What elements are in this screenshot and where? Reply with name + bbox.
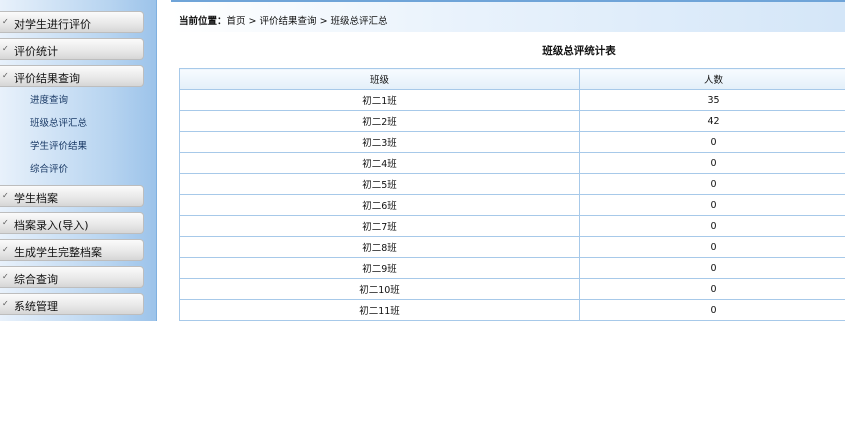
table-row: 初二6班 0 [179,194,845,216]
menu-evaluation-statistics[interactable]: ✓ 评价统计 [0,38,144,60]
count-cell: 0 [579,152,845,174]
class-cell: 初二1班 [179,89,580,111]
menu-label: 综合查询 [14,273,58,286]
breadcrumb-home-link[interactable]: 首页 [227,16,246,27]
menu-comprehensive-query[interactable]: ✓ 综合查询 [0,266,144,288]
menu-label: 评价统计 [14,45,58,58]
count-cell: 0 [579,257,845,279]
table-header-row: 班级 人数 [179,68,845,90]
chevron-down-icon: ✓ [2,191,9,200]
page-title: 班级总评统计表 [542,45,616,57]
class-cell: 初二10班 [179,278,580,300]
submenu-comprehensive-evaluation[interactable]: 综合评价 [30,161,68,179]
table-row: 初二11班 0 [179,299,845,321]
menu-label: 系统管理 [14,300,58,313]
breadcrumb-prefix: 当前位置： [179,16,227,27]
class-cell: 初二9班 [179,257,580,279]
table-row: 初二2班 42 [179,110,845,132]
count-cell: 0 [579,215,845,237]
table-row: 初二8班 0 [179,236,845,258]
count-cell: 0 [579,173,845,195]
submenu-student-results[interactable]: 学生评价结果 [30,138,87,156]
submenu-progress-query[interactable]: 进度查询 [30,92,68,110]
table-row: 初二3班 0 [179,131,845,153]
class-cell: 初二6班 [179,194,580,216]
menu-label: 评价结果查询 [14,72,80,85]
table-row: 初二7班 0 [179,215,845,237]
menu-evaluate-students[interactable]: ✓ 对学生进行评价 [0,11,144,33]
breadcrumb: 当前位置：首页 > 评价结果查询 > 班级总评汇总 [179,13,388,27]
table-row: 初二4班 0 [179,152,845,174]
breadcrumb-result-query-link[interactable]: 评价结果查询 [260,16,317,27]
class-cell: 初二8班 [179,236,580,258]
chevron-down-icon: ✓ [2,44,9,53]
class-cell: 初二2班 [179,110,580,132]
class-cell: 初二11班 [179,299,580,321]
class-cell: 初二7班 [179,215,580,237]
count-cell: 0 [579,131,845,153]
count-cell: 35 [579,89,845,111]
chevron-down-icon: ✓ [2,245,9,254]
count-cell: 42 [579,110,845,132]
chevron-down-icon: ✓ [2,218,9,227]
menu-label: 档案录入(导入) [14,219,89,232]
sidebar: ✓ 对学生进行评价 ✓ 评价统计 ✓ 评价结果查询 进度查询 班级总评汇总 学生… [0,0,157,321]
menu-label: 对学生进行评价 [14,18,91,31]
count-cell: 0 [579,194,845,216]
breadcrumb-separator: > [316,16,331,27]
chevron-down-icon: ✓ [2,71,9,80]
submenu-class-summary[interactable]: 班级总评汇总 [30,115,87,133]
class-summary-table-wrap: 班级 人数 初二1班 35 初二2班 42 初二3班 0 初二4班 0 初二5班 0 初二… [179,68,845,321]
menu-student-files[interactable]: ✓ 学生档案 [0,185,144,207]
chevron-down-icon: ✓ [2,299,9,308]
class-summary-table: 班级 人数 初二1班 35 初二2班 42 初二3班 0 初二4班 0 初二5班 0 初二… [179,68,845,321]
menu-system-management[interactable]: ✓ 系统管理 [0,293,144,315]
header-count: 人数 [579,68,845,90]
chevron-down-icon: ✓ [2,17,9,26]
class-cell: 初二5班 [179,173,580,195]
menu-label: 生成学生完整档案 [14,246,102,259]
table-row: 初二10班 0 [179,278,845,300]
class-cell: 初二3班 [179,131,580,153]
table-row: 初二1班 35 [179,89,845,111]
count-cell: 0 [579,236,845,258]
menu-file-import[interactable]: ✓ 档案录入(导入) [0,212,144,234]
menu-generate-full-files[interactable]: ✓ 生成学生完整档案 [0,239,144,261]
class-cell: 初二4班 [179,152,580,174]
menu-result-query[interactable]: ✓ 评价结果查询 [0,65,144,87]
breadcrumb-current: 班级总评汇总 [330,16,388,27]
count-cell: 0 [579,299,845,321]
header-class: 班级 [179,68,580,90]
table-row: 初二5班 0 [179,173,845,195]
breadcrumb-separator: > [245,16,260,27]
menu-label: 学生档案 [14,192,58,205]
breadcrumb-bar: 当前位置：首页 > 评价结果查询 > 班级总评汇总 [171,2,845,32]
chevron-down-icon: ✓ [2,272,9,281]
count-cell: 0 [579,278,845,300]
table-row: 初二9班 0 [179,257,845,279]
